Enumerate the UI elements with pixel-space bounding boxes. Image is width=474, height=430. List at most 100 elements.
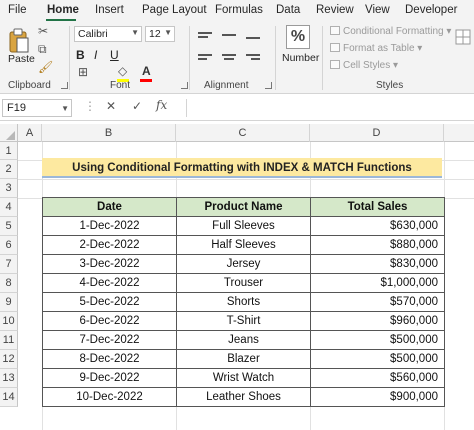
cell-sales[interactable]: $830,000 — [310, 254, 445, 274]
cut-icon[interactable]: ✂ — [38, 24, 48, 38]
cell-sales[interactable]: $960,000 — [310, 311, 445, 331]
row-header[interactable]: 4 — [0, 198, 18, 217]
align-right-icon[interactable] — [246, 54, 260, 56]
tab-developer[interactable]: Developer — [405, 4, 457, 16]
cell-product[interactable]: Trouser — [176, 273, 311, 293]
cell-styles-button[interactable]: Cell Styles ▾ — [330, 60, 398, 71]
paste-button[interactable]: Paste — [8, 53, 35, 65]
cells-group-icon[interactable] — [452, 24, 474, 92]
cell-product[interactable]: Leather Shoes — [176, 387, 311, 407]
cell-date[interactable]: 4-Dec-2022 — [42, 273, 177, 293]
name-box[interactable]: F19 ▼ — [2, 99, 72, 117]
row-header[interactable]: 7 — [0, 255, 18, 274]
tab-home[interactable]: Home — [47, 4, 79, 16]
row-header[interactable]: 12 — [0, 350, 18, 369]
cell-date[interactable]: 1-Dec-2022 — [42, 216, 177, 236]
tab-view[interactable]: View — [365, 4, 390, 16]
row-header[interactable]: 6 — [0, 236, 18, 255]
row-header[interactable]: 8 — [0, 274, 18, 293]
format-as-table-button[interactable]: Format as Table ▾ — [330, 43, 422, 54]
number-format-button[interactable]: % — [286, 25, 310, 49]
bottom-align-icon[interactable] — [246, 37, 260, 39]
row-header[interactable]: 1 — [0, 142, 18, 160]
top-align-icon[interactable] — [198, 32, 212, 34]
row-header[interactable]: 10 — [0, 312, 18, 331]
cell-product[interactable]: Full Sleeves — [176, 216, 311, 236]
row-header[interactable]: 5 — [0, 217, 18, 236]
cancel-icon[interactable]: ✕ — [106, 99, 116, 113]
italic-button[interactable]: I — [94, 48, 97, 62]
tab-review[interactable]: Review — [316, 4, 354, 16]
tab-formulas[interactable]: Formulas — [215, 4, 263, 16]
cell-product[interactable]: Wrist Watch — [176, 368, 311, 388]
clipboard-launcher-icon[interactable] — [61, 82, 68, 89]
cell-sales[interactable]: $500,000 — [310, 330, 445, 350]
copy-icon[interactable]: ⧉ — [38, 42, 47, 57]
column-header-b[interactable]: B — [42, 124, 176, 142]
cell-styles-label: Cell Styles — [343, 60, 391, 71]
cell-sales[interactable]: $1,000,000 — [310, 273, 445, 293]
row-header[interactable]: 14 — [0, 388, 18, 407]
cell-date[interactable]: 2-Dec-2022 — [42, 235, 177, 255]
underline-button[interactable]: U — [110, 48, 119, 62]
cell-date[interactable]: 10-Dec-2022 — [42, 387, 177, 407]
fill-color-icon[interactable]: ◇ — [118, 64, 127, 78]
format-painter-icon[interactable]: 🖌 — [38, 60, 53, 74]
font-color-icon[interactable]: A — [142, 64, 151, 78]
cell-date[interactable]: 7-Dec-2022 — [42, 330, 177, 350]
cell-sales[interactable]: $630,000 — [310, 216, 445, 236]
ribbon: Paste ✂ ⧉ 🖌 Clipboard Calibri ▼ 12 ▼ B I U… — [0, 22, 474, 94]
cell-product[interactable]: Shorts — [176, 292, 311, 312]
cell-sales[interactable]: $560,000 — [310, 368, 445, 388]
cell-date[interactable]: 9-Dec-2022 — [42, 368, 177, 388]
number-label[interactable]: Number — [282, 52, 319, 64]
cell-product[interactable]: Jeans — [176, 330, 311, 350]
cell-product[interactable]: T-Shirt — [176, 311, 311, 331]
font-size-select[interactable]: 12 ▼ — [145, 26, 175, 42]
header-date[interactable]: Date — [42, 197, 177, 217]
row-header[interactable]: 3 — [0, 179, 18, 198]
row-header[interactable]: 2 — [0, 160, 18, 179]
column-header-d[interactable]: D — [310, 124, 444, 142]
enter-icon[interactable]: ✓ — [132, 99, 142, 113]
conditional-formatting-button[interactable]: Conditional Formatting ▾ — [330, 26, 451, 37]
ribbon-tabs: File Home Insert Page Layout Formulas Da… — [0, 0, 474, 22]
cell-sales[interactable]: $880,000 — [310, 235, 445, 255]
column-header-c[interactable]: C — [176, 124, 310, 142]
select-all-button[interactable] — [0, 124, 18, 142]
align-center-icon[interactable] — [222, 54, 236, 56]
tab-insert[interactable]: Insert — [95, 4, 124, 16]
conditional-formatting-label: Conditional Formatting — [343, 26, 444, 37]
column-header-a[interactable]: A — [18, 124, 42, 142]
tab-page-layout[interactable]: Page Layout — [142, 4, 207, 16]
row-header[interactable]: 9 — [0, 293, 18, 312]
bold-button[interactable]: B — [76, 48, 85, 62]
cell-product[interactable]: Blazer — [176, 349, 311, 369]
cell-date[interactable]: 6-Dec-2022 — [42, 311, 177, 331]
middle-align-icon[interactable] — [222, 34, 236, 36]
cell-sales[interactable]: $500,000 — [310, 349, 445, 369]
row-header[interactable]: 11 — [0, 331, 18, 350]
cell-sales[interactable]: $570,000 — [310, 292, 445, 312]
tab-file[interactable]: File — [8, 4, 27, 16]
row-header[interactable]: 13 — [0, 369, 18, 388]
cell-sales[interactable]: $900,000 — [310, 387, 445, 407]
paste-icon[interactable] — [8, 28, 30, 54]
borders-icon[interactable]: ⊞ — [78, 65, 88, 79]
header-total-sales[interactable]: Total Sales — [310, 197, 445, 217]
formula-input[interactable] — [186, 99, 472, 117]
cell-product[interactable]: Half Sleeves — [176, 235, 311, 255]
cell-date[interactable]: 8-Dec-2022 — [42, 349, 177, 369]
align-left-icon[interactable] — [198, 54, 212, 56]
alignment-launcher-icon[interactable] — [265, 82, 272, 89]
cell-date[interactable]: 3-Dec-2022 — [42, 254, 177, 274]
font-launcher-icon[interactable] — [181, 82, 188, 89]
tab-data[interactable]: Data — [276, 4, 300, 16]
font-name-select[interactable]: Calibri ▼ — [74, 26, 142, 42]
sheet-title[interactable]: Using Conditional Formatting with INDEX … — [42, 158, 442, 178]
cell-date[interactable]: 5-Dec-2022 — [42, 292, 177, 312]
cell-product[interactable]: Jersey — [176, 254, 311, 274]
header-product-name[interactable]: Product Name — [176, 197, 311, 217]
insert-function-icon[interactable]: fx — [156, 98, 167, 112]
chevron-down-icon: ▼ — [61, 104, 69, 113]
